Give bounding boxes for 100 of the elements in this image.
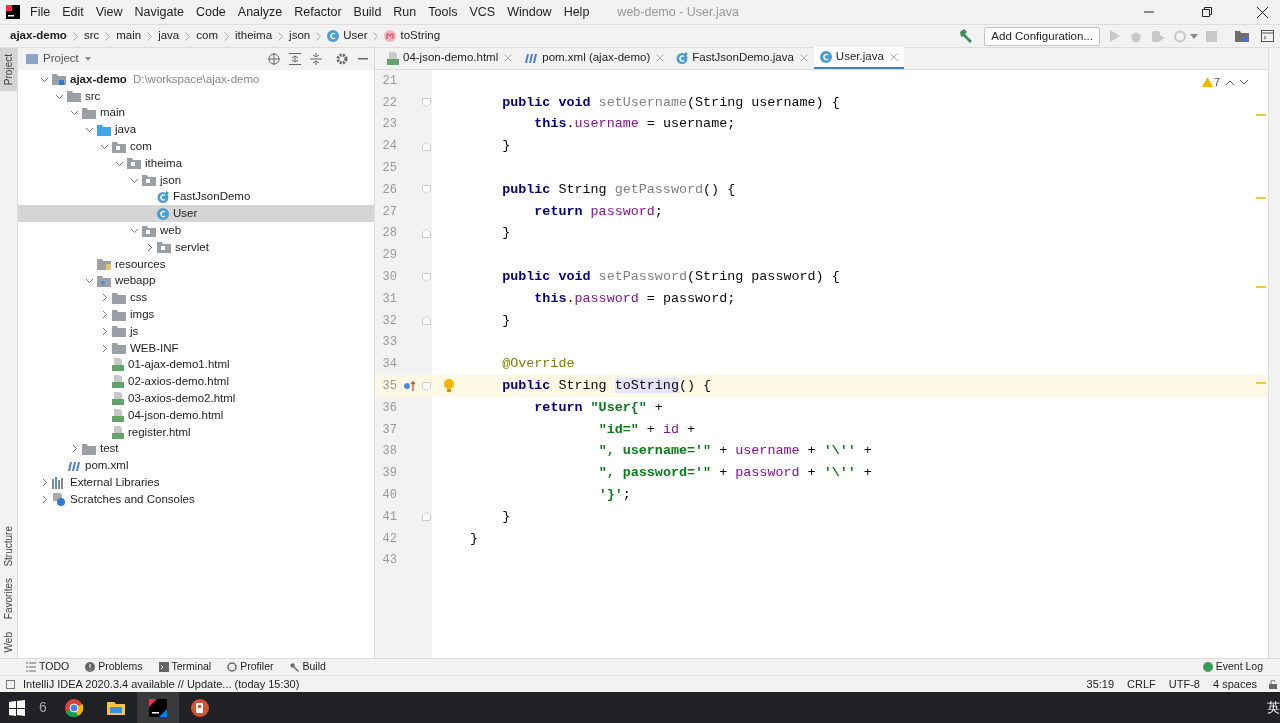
caret-icon[interactable] xyxy=(84,57,91,61)
code-line: "id=" + id + xyxy=(598,420,696,439)
app-logo-icon xyxy=(6,5,20,19)
line-number: 26 xyxy=(381,181,397,199)
menu-item[interactable]: Help xyxy=(557,2,596,22)
tree-item[interactable]: Scratches and Consoles xyxy=(18,490,374,508)
tool-window-tab[interactable]: Terminal xyxy=(158,659,212,675)
menu-item[interactable]: View xyxy=(89,2,129,22)
run-configuration-dropdown[interactable]: Add Configuration... xyxy=(984,26,1100,46)
breadcrumb-item[interactable]: java xyxy=(158,27,180,45)
tree-item[interactable]: resources xyxy=(18,255,374,273)
panel-title[interactable]: Project xyxy=(43,50,79,68)
panel-icon xyxy=(26,54,38,64)
breadcrumb-item[interactable]: ajax-demo xyxy=(10,27,67,45)
tree-item[interactable]: webapp xyxy=(18,272,374,290)
tree-item[interactable]: 02-axios-demo.html xyxy=(18,373,374,391)
menu-item[interactable]: File xyxy=(24,2,57,22)
tree-item[interactable]: 04-json-demo.html xyxy=(18,406,374,424)
tool-window-tab[interactable]: Web xyxy=(0,625,17,658)
status-item[interactable]: 4 spaces xyxy=(1212,675,1257,693)
editor-tab[interactable]: 04-json-demo.html xyxy=(381,47,519,69)
menu-item[interactable]: Window xyxy=(501,2,558,22)
tree-item[interactable]: json xyxy=(18,171,374,189)
folder-grid-icon[interactable] xyxy=(1235,30,1249,42)
tool-window-tab[interactable]: Structure xyxy=(0,519,17,573)
editor-tab[interactable]: User.java xyxy=(813,47,904,69)
hammer-icon[interactable] xyxy=(958,28,975,44)
menu-item[interactable]: Run xyxy=(387,2,423,22)
tool-window-tab[interactable]: TODO xyxy=(26,659,70,675)
menu-item[interactable]: Refactor xyxy=(288,2,348,22)
collapse-all-icon[interactable] xyxy=(310,53,322,65)
crosshair-icon[interactable] xyxy=(268,53,280,65)
status-item[interactable]: UTF-8 xyxy=(1168,675,1200,693)
tree-item[interactable]: css xyxy=(18,289,374,307)
presentation-icon xyxy=(189,697,210,718)
tree-item[interactable]: ajax-demo D:\workspace\ajax-demo xyxy=(18,71,374,88)
tool-window-tab[interactable]: Build xyxy=(289,659,326,675)
tool-window-tab[interactable]: Project xyxy=(0,48,17,92)
code-line: } xyxy=(502,224,511,243)
tree-item[interactable]: FastJsonDemo xyxy=(18,188,374,206)
menu-item[interactable]: Build xyxy=(347,2,388,22)
class-icon xyxy=(327,30,340,42)
window-title: web-demo - User.java xyxy=(617,3,739,21)
breadcrumb-item[interactable]: User xyxy=(343,27,368,45)
tree-item[interactable]: main xyxy=(18,104,374,122)
tree-item[interactable]: imgs xyxy=(18,306,374,323)
menu-item[interactable]: Analyze xyxy=(231,2,289,22)
warning-count[interactable]: 7 xyxy=(1213,74,1220,91)
tree-item[interactable]: web xyxy=(18,222,374,239)
tool-window-tab[interactable]: Profiler xyxy=(227,659,274,675)
line-number: 37 xyxy=(381,421,397,439)
breadcrumb-item[interactable]: com xyxy=(196,27,218,45)
lock-icon[interactable] xyxy=(1269,679,1277,689)
tree-item[interactable]: com xyxy=(18,138,374,155)
menu-item[interactable]: Code xyxy=(189,2,232,22)
input-method-indicator[interactable]: 英 xyxy=(1267,697,1280,718)
editor-tab[interactable]: FastJsonDemo.java xyxy=(670,47,814,69)
window-icon[interactable] xyxy=(6,679,15,689)
menu-item[interactable]: VCS xyxy=(463,2,502,22)
expand-all-icon[interactable] xyxy=(289,53,301,65)
chevron-icon xyxy=(373,31,379,41)
line-number: 23 xyxy=(381,116,397,134)
breadcrumb-item[interactable]: src xyxy=(83,27,100,45)
status-item[interactable]: CRLF xyxy=(1127,675,1156,693)
restore-icon[interactable] xyxy=(1202,7,1212,17)
terminal-window-icon[interactable] xyxy=(1261,30,1274,42)
tree-item[interactable]: register.html xyxy=(18,423,374,441)
taskbar-search-text[interactable]: 6 xyxy=(39,697,47,718)
tree-item[interactable]: java xyxy=(18,121,374,139)
tool-window-tab[interactable]: Problems xyxy=(85,659,143,675)
editor-tab[interactable]: pom.xml (ajax-demo) xyxy=(518,47,671,69)
tree-item[interactable]: External Libraries xyxy=(18,474,374,491)
tree-item[interactable]: itheima xyxy=(18,155,374,172)
breadcrumb-item[interactable]: itheima xyxy=(235,27,273,45)
tree-item[interactable]: User xyxy=(18,205,374,223)
caret-icon[interactable] xyxy=(1190,33,1198,39)
line-number: 28 xyxy=(381,225,397,243)
breadcrumb-item[interactable]: toString xyxy=(400,27,441,45)
menu-item[interactable]: Navigate xyxy=(128,2,190,22)
menu-item[interactable]: Tools xyxy=(422,2,464,22)
tree-item[interactable]: servlet xyxy=(18,238,374,256)
tree-item[interactable]: test xyxy=(18,440,374,458)
hammer-icon xyxy=(289,662,300,672)
breadcrumb-item[interactable]: json xyxy=(289,27,311,45)
status-message[interactable]: IntelliJ IDEA 2020.3.4 available // Update... (today 15:30) xyxy=(23,675,300,693)
event-log-tab[interactable]: Event Log xyxy=(1215,659,1263,675)
tree-item[interactable]: pom.xml xyxy=(18,457,374,475)
tree-item[interactable]: WEB-INF xyxy=(18,339,374,357)
settings-icon[interactable] xyxy=(336,53,348,65)
tool-window-tab[interactable]: Favorites xyxy=(0,572,17,626)
windows-start-icon[interactable] xyxy=(9,699,25,716)
tree-item[interactable]: js xyxy=(18,322,374,340)
tree-item[interactable]: 01-ajax-demo1.html xyxy=(18,356,374,374)
status-item[interactable]: 35:19 xyxy=(1086,675,1115,693)
breadcrumb-item[interactable]: main xyxy=(116,27,142,45)
tree-item[interactable]: 03-axios-demo2.html xyxy=(18,390,374,407)
menu-item[interactable]: Edit xyxy=(56,2,90,22)
tree-item[interactable]: src xyxy=(18,87,374,105)
notification-icon[interactable] xyxy=(1202,662,1213,672)
close-icon[interactable] xyxy=(1257,6,1268,18)
